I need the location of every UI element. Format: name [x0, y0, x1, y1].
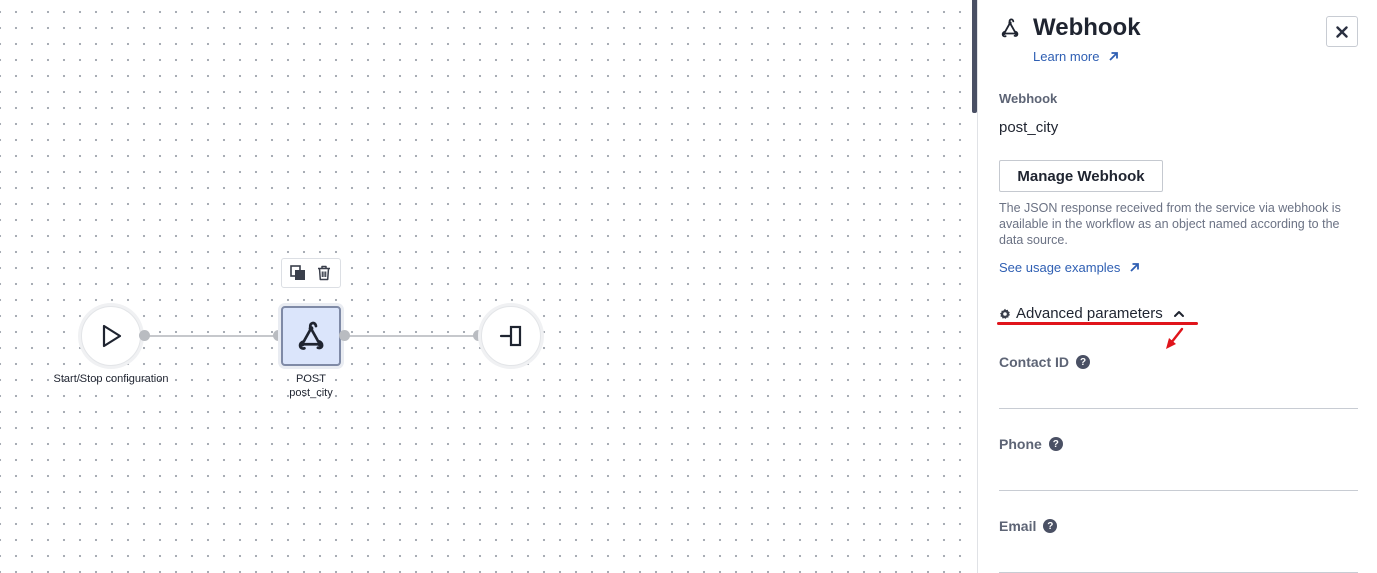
gear-icon — [1000, 308, 1010, 319]
contact-id-label: Contact ID ? — [999, 354, 1090, 370]
email-field[interactable] — [999, 535, 1358, 573]
annotation-underline — [997, 322, 1198, 325]
usage-examples-link[interactable]: See usage examples — [999, 260, 1140, 275]
copy-node-button[interactable] — [288, 263, 308, 283]
start-node-label: Start/Stop configuration — [53, 373, 169, 385]
delete-node-button[interactable] — [314, 263, 334, 283]
webhook-output-port[interactable] — [339, 330, 350, 341]
external-arrow-icon — [1109, 52, 1119, 61]
annotation-arrow-icon — [1166, 327, 1184, 349]
learn-more-label: Learn more — [1033, 49, 1100, 64]
trash-icon — [318, 265, 330, 281]
edge-start-webhook — [146, 335, 280, 337]
learn-more-link[interactable]: Learn more — [1033, 49, 1119, 64]
email-label: Email ? — [999, 518, 1058, 534]
usage-examples-label: See usage examples — [999, 260, 1121, 275]
panel-title: Webhook — [1033, 14, 1141, 41]
webhook-node[interactable] — [281, 306, 341, 366]
contact-id-field[interactable] — [999, 371, 1358, 409]
help-icon[interactable]: ? — [1043, 519, 1058, 533]
phone-label: Phone ? — [999, 436, 1063, 452]
webhook-node-name: post_city — [289, 387, 333, 399]
email-label-text: Email — [999, 518, 1037, 534]
advanced-parameters-toggle[interactable]: Advanced parameters — [999, 305, 1190, 322]
end-node[interactable] — [481, 306, 541, 366]
start-stop-node[interactable] — [81, 306, 141, 366]
chevron-up-icon — [1173, 310, 1184, 317]
advanced-parameters-label: Advanced parameters — [1016, 305, 1163, 322]
exit-icon — [499, 325, 522, 347]
webhook-node-label: POST post_city — [251, 372, 371, 400]
webhook-node-method: POST — [296, 373, 326, 385]
webhook-value: post_city — [999, 119, 1059, 136]
contact-id-label-text: Contact ID — [999, 354, 1069, 370]
properties-panel: Webhook Learn more Webhook post_city Man… — [977, 0, 1377, 573]
webhook-label: Webhook — [999, 91, 1058, 106]
manage-webhook-button[interactable]: Manage Webhook — [999, 160, 1163, 192]
close-icon — [1336, 25, 1348, 38]
help-icon[interactable]: ? — [1076, 355, 1090, 369]
webhook-icon — [298, 321, 324, 350]
webhook-icon — [1001, 18, 1019, 38]
play-icon — [102, 324, 122, 348]
copy-icon — [290, 265, 305, 280]
workflow-canvas[interactable]: Start/Stop configuration POST post_city — [0, 0, 972, 573]
phone-field[interactable] — [999, 453, 1358, 491]
close-panel-button[interactable] — [1326, 16, 1358, 47]
edge-webhook-end — [346, 335, 478, 337]
webhook-description: The JSON response received from the serv… — [999, 201, 1341, 247]
phone-label-text: Phone — [999, 436, 1042, 452]
start-output-port[interactable] — [139, 330, 150, 341]
external-arrow-icon — [1130, 263, 1140, 272]
help-icon[interactable]: ? — [1048, 437, 1063, 451]
node-toolbar — [281, 258, 341, 288]
